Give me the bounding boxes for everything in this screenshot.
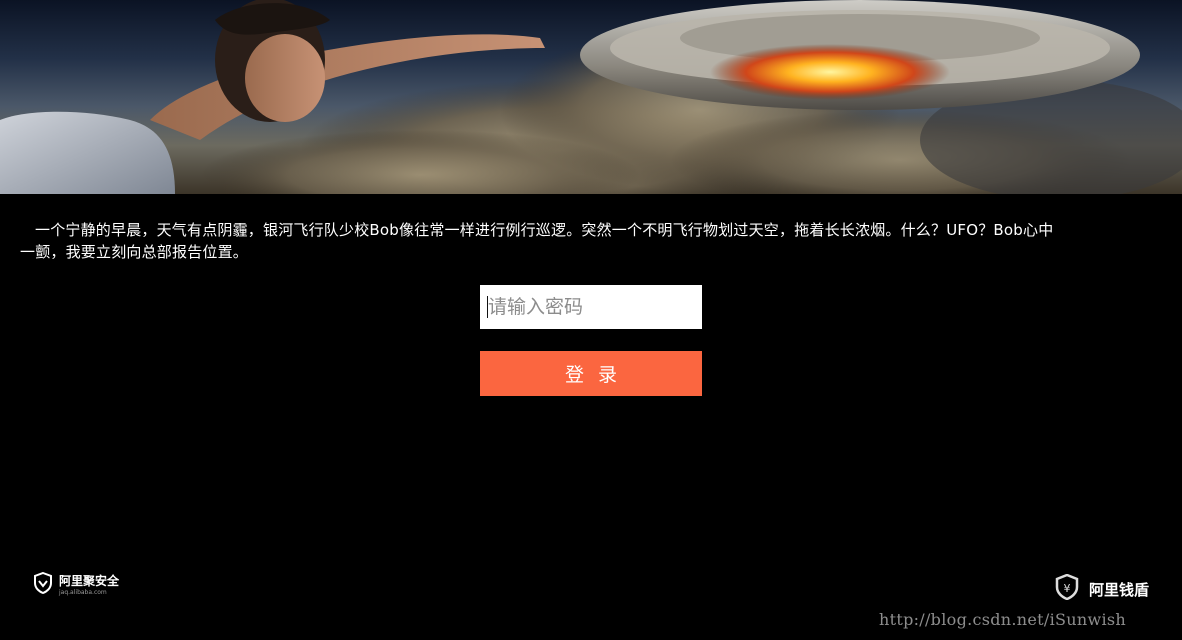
text-caret	[487, 296, 488, 318]
password-input[interactable]	[480, 285, 702, 329]
aliju-security-logo: 阿里聚安全 jaq.alibaba.com	[33, 571, 119, 598]
login-button[interactable]: 登录	[480, 351, 702, 396]
shield-icon	[33, 571, 53, 598]
brand-right-name: 阿里钱盾	[1089, 580, 1150, 599]
shield-yen-icon: ¥	[1055, 573, 1079, 604]
svg-text:¥: ¥	[1064, 582, 1071, 595]
blog-watermark: http://blog.csdn.net/iSunwish	[879, 610, 1127, 629]
brand-left-url: jaq.alibaba.com	[59, 588, 107, 596]
story-text: 一个宁静的早晨，天气有点阴霾，银河飞行队少校Bob像往常一样进行例行巡逻。突然一…	[20, 221, 1054, 261]
brand-left-text: 阿里聚安全 jaq.alibaba.com	[59, 575, 119, 596]
banner-image	[0, 0, 1182, 194]
brand-left-name: 阿里聚安全	[59, 573, 120, 588]
ali-qiandun-logo: ¥ 阿里钱盾	[1055, 573, 1150, 604]
app-root: 一个宁静的早晨，天气有点阴霾，银河飞行队少校Bob像往常一样进行例行巡逻。突然一…	[0, 0, 1182, 640]
